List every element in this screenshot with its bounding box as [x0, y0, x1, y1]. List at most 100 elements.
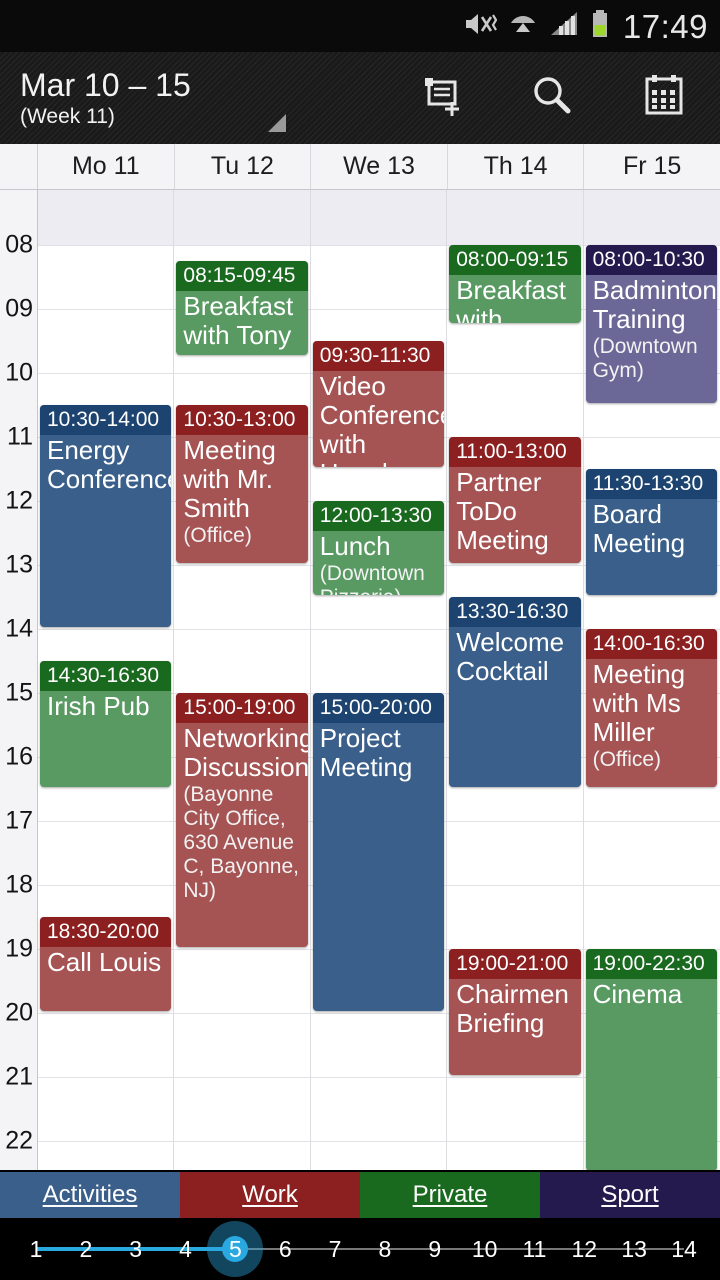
calendar-event[interactable]: 19:00-21:00 Chairmen Briefing [449, 949, 581, 1075]
time-label: 18 [5, 870, 33, 899]
zoom-tick-12[interactable]: 12 [572, 1224, 598, 1274]
zoom-slider[interactable]: 1 2 3 4 5 6 7 8 9 10 11 12 13 14 [0, 1218, 720, 1280]
day-header-cell[interactable]: Fr 15 [584, 144, 720, 189]
calendar-event[interactable]: 15:00-20:00 Project Meeting [312, 693, 445, 1011]
day-header-label: Tu 12 [210, 152, 274, 180]
calendar-event[interactable]: 15:00-19:00 Networking Discussion (Bayonne… [176, 693, 308, 947]
event-body: Partner ToDo Meeting [449, 467, 580, 559]
calendar-event[interactable]: 08:00-09:15Breakfast with Adam [449, 245, 581, 323]
day-columns-container[interactable]: 10:30-14:00 Energy Conference 14:30-16:30 I… [38, 190, 720, 1170]
time-label: 20 [5, 998, 33, 1027]
mute-vibrate-icon [463, 10, 498, 43]
event-title: Breakfast with Tony [183, 291, 294, 350]
status-bar-clock: 17:49 [622, 7, 708, 45]
calendar-event[interactable]: 08:00-10:30 Badminton Training (Downtown G… [585, 245, 717, 403]
event-time-label: 11:00-13:00 [449, 437, 581, 467]
event-time-label: 08:00-10:30 [585, 245, 717, 275]
event-body: Irish Pub [40, 691, 171, 725]
calendar-event[interactable]: 11:00-13:00 Partner ToDo Meeting [449, 437, 581, 563]
search-button[interactable] [496, 52, 608, 144]
zoom-tick-1[interactable]: 1 [30, 1224, 43, 1274]
zoom-tick-3[interactable]: 3 [129, 1224, 142, 1274]
calendar-event[interactable]: 14:30-16:30 Irish Pub [40, 661, 172, 787]
category-button-label: Sport [601, 1181, 659, 1208]
signal-icon [549, 10, 579, 43]
zoom-tick-14[interactable]: 14 [671, 1224, 697, 1274]
event-title: Call Louis [47, 947, 162, 977]
day-header-cell[interactable]: Th 14 [448, 144, 585, 189]
day-column[interactable] [311, 190, 448, 1170]
event-time-label: 08:00-09:15 [449, 245, 581, 275]
zoom-tick-10[interactable]: 10 [472, 1224, 498, 1274]
day-header-label: Mo 11 [71, 152, 140, 180]
calendar-event[interactable]: 09:30-11:30Video Conference with Hongkon… [312, 341, 445, 468]
day-header-cell[interactable]: We 13 [311, 144, 448, 189]
event-body: Board Meeting [586, 499, 717, 562]
zoom-tick-6[interactable]: 6 [279, 1224, 292, 1274]
week-grid[interactable]: 10:30-14:00 Energy Conference 14:30-16:30 I… [0, 190, 720, 1170]
event-title: Networking Discussion [183, 723, 308, 782]
event-title: Lunch [319, 531, 391, 561]
zoom-tick-2[interactable]: 2 [79, 1224, 92, 1274]
calendar-event[interactable]: 08:15-09:45 Breakfast with Tony [176, 261, 308, 355]
event-title: Meeting with Mr. Smith [183, 435, 276, 523]
date-range-title-block[interactable]: Mar 10 – 15 (Week 11) [0, 67, 384, 130]
event-body: Meeting with Ms Miller (Office) [586, 659, 717, 776]
category-button-activities[interactable]: Activities [0, 1172, 180, 1218]
day-header-label: We 13 [343, 152, 415, 180]
time-label: 10 [5, 358, 33, 387]
zoom-tick-7[interactable]: 7 [329, 1224, 342, 1274]
action-bar: Mar 10 – 15 (Week 11) [0, 52, 720, 144]
zoom-tick-8[interactable]: 8 [379, 1224, 392, 1274]
event-time-label: 15:00-19:00 [176, 693, 308, 723]
time-label: 17 [5, 806, 33, 835]
calendar-event[interactable]: 19:00-22:30 Cinema [585, 949, 717, 1170]
event-time-label: 10:30-14:00 [40, 405, 172, 435]
time-label: 09 [5, 294, 33, 323]
event-time-label: 10:30-13:00 [176, 405, 308, 435]
search-icon [526, 70, 578, 127]
category-button-label: Work [242, 1181, 298, 1208]
calendar-event[interactable]: 11:30-13:30 Board Meeting [585, 469, 717, 595]
event-location: (Downtown Gym) [592, 335, 698, 382]
calendar-event[interactable]: 10:30-13:00 Meeting with Mr. Smith (Office… [176, 405, 308, 563]
zoom-tick-5[interactable]: 5 [229, 1224, 242, 1274]
category-filter-bar[interactable]: Activities Work Private Sport [0, 1172, 720, 1218]
zoom-tick-4[interactable]: 4 [179, 1224, 192, 1274]
event-body: Cinema [586, 979, 717, 1013]
calendar-event[interactable]: 14:00-16:30 Meeting with Ms Miller (Office… [585, 629, 717, 787]
event-body: Project Meeting [313, 723, 444, 786]
event-body: Video Conference with Hongkong [313, 371, 444, 468]
category-button-work[interactable]: Work [180, 1172, 360, 1218]
time-label: 21 [5, 1062, 33, 1091]
month-view-button[interactable] [608, 52, 720, 144]
battery-icon [590, 9, 610, 44]
event-time-label: 15:00-20:00 [312, 693, 445, 723]
category-button-private[interactable]: Private [360, 1172, 540, 1218]
event-time-label: 08:15-09:45 [176, 261, 308, 291]
day-header-row: Mo 11 Tu 12 We 13 Th 14 Fr 15 [0, 144, 720, 190]
calendar-event[interactable]: 10:30-14:00 Energy Conference [40, 405, 172, 627]
zoom-tick-9[interactable]: 9 [428, 1224, 441, 1274]
event-time-label: 13:30-16:30 [449, 597, 581, 627]
add-event-button[interactable] [384, 52, 496, 144]
calendar-event[interactable]: 18:30-20:00 Call Louis [40, 917, 172, 1011]
event-title: Welcome Cocktail [456, 627, 565, 686]
time-label: 14 [5, 614, 33, 643]
dropdown-caret-icon[interactable] [268, 114, 286, 132]
zoom-tick-11[interactable]: 11 [523, 1224, 547, 1274]
time-label: 08 [5, 230, 33, 259]
time-label: 11 [7, 422, 33, 451]
zoom-tick-13[interactable]: 13 [621, 1224, 647, 1274]
event-time-label: 11:30-13:30 [585, 469, 717, 499]
page-title: Mar 10 – 15 [20, 66, 191, 103]
category-button-sport[interactable]: Sport [540, 1172, 720, 1218]
day-header-cell[interactable]: Tu 12 [175, 144, 312, 189]
event-time-label: 14:30-16:30 [40, 661, 172, 691]
day-header-cell[interactable]: Mo 11 [38, 144, 175, 189]
event-title: Partner ToDo Meeting [456, 467, 549, 555]
calendar-event[interactable]: 12:00-13:30Lunch(Downtown Pizzeria) [312, 501, 445, 595]
event-time-label: 19:00-22:30 [585, 949, 717, 979]
event-time-label: 18:30-20:00 [40, 917, 172, 947]
calendar-event[interactable]: 13:30-16:30 Welcome Cocktail [449, 597, 581, 787]
